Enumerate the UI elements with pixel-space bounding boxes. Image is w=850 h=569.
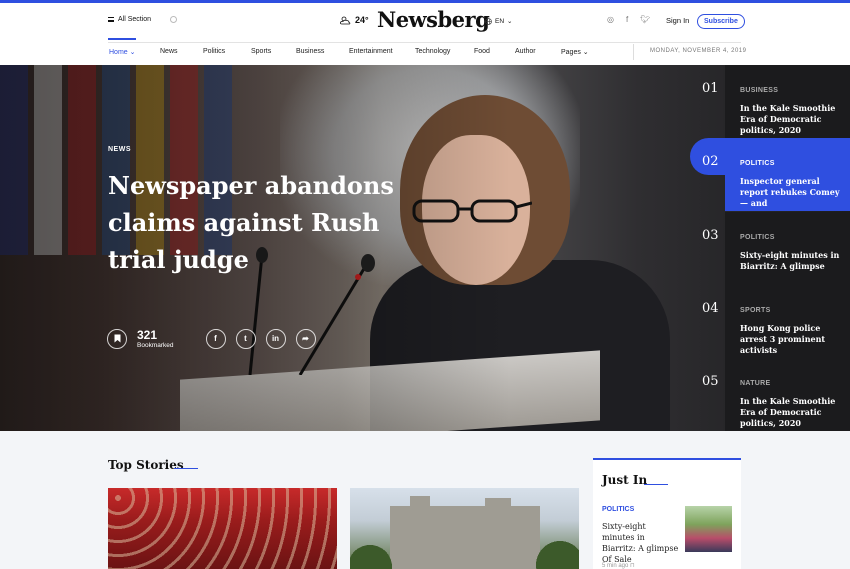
nav-item-author[interactable]: Author [515, 48, 536, 55]
twitter-share-icon[interactable]: t [235, 328, 256, 349]
nav-item-politics[interactable]: Politics [203, 48, 225, 55]
featured-item[interactable]: 03 POLITICS Sixty-eight minutes in Biarr… [690, 212, 850, 285]
featured-title: Hong Kong police arrest 3 prominent acti… [740, 323, 826, 355]
main-nav: Home ⌄ News Politics Sports Business Ent… [0, 38, 850, 65]
nav-item-food[interactable]: Food [474, 48, 490, 55]
nav-item-business[interactable]: Business [296, 48, 324, 55]
hero-section: NEWS Newspaper abandons claims against R… [0, 65, 850, 431]
just-in-heading: Just In [602, 473, 648, 487]
bookmark-icon [114, 334, 120, 343]
nav-item-sports[interactable]: Sports [251, 48, 271, 55]
heading-underline [644, 484, 668, 485]
story-image-theater[interactable] [108, 488, 337, 569]
nav-separator [633, 44, 634, 60]
cloud-sun-icon [340, 16, 351, 24]
weather-widget: 24° [340, 15, 369, 25]
nav-item-news[interactable]: News [160, 48, 178, 55]
nav-item-home[interactable]: Home ⌄ [109, 48, 136, 56]
globe-icon [485, 17, 492, 25]
featured-item[interactable]: 04 SPORTS Hong Kong police arrest 3 prom… [690, 285, 850, 358]
just-in-thumbnail[interactable] [685, 506, 732, 552]
featured-category: NATURE [740, 380, 771, 387]
temperature: 24° [355, 15, 369, 25]
featured-item[interactable]: 05 NATURE In the Kale Smoothie Era of De… [690, 358, 850, 431]
linkedin-share-icon[interactable]: in [265, 328, 286, 349]
featured-item[interactable]: 01 BUSINESS In the Kale Smoothie Era of … [690, 65, 850, 138]
lower-section: Top Stories Just In POLITICS Sixty-eight… [0, 431, 850, 569]
just-in-title[interactable]: Sixty-eight minutes in Biarritz: A glimp… [602, 521, 680, 565]
language-label: EN [495, 17, 505, 25]
language-selector[interactable]: EN ⌄ [485, 17, 512, 25]
share-buttons: f t in ➦ [205, 328, 316, 349]
featured-list: 01 BUSINESS In the Kale Smoothie Era of … [690, 65, 850, 431]
chevron-down-icon: ⌄ [507, 18, 513, 25]
site-header: All Section 24° Newsberg EN ⌄ ◎ f 🐦︎ Sig… [0, 3, 850, 43]
hamburger-icon [108, 17, 114, 22]
subscribe-button[interactable]: Subscribe [697, 14, 745, 29]
nav-item-technology[interactable]: Technology [415, 48, 450, 55]
story-image-castle[interactable] [350, 488, 579, 569]
bookmark-button[interactable] [107, 328, 127, 349]
featured-number: 04 [702, 301, 719, 316]
social-links: ◎ f 🐦︎ [607, 15, 650, 24]
bookmark-count: 321 Bookmarked [137, 328, 174, 349]
share-icon[interactable]: ➦ [295, 328, 316, 349]
instagram-icon[interactable]: ◎ [607, 15, 614, 24]
featured-item-active[interactable]: 02 POLITICS Inspector general report reb… [690, 138, 850, 211]
nav-item-pages[interactable]: Pages ⌄ [561, 48, 589, 56]
all-section-label: All Section [118, 16, 152, 23]
current-date: MONDAY, NOVEMBER 4, 2019 [650, 48, 747, 54]
featured-number: 03 [702, 228, 719, 243]
featured-title: In the Kale Smoothie Era of Democratic p… [740, 396, 836, 428]
search-icon[interactable] [170, 16, 177, 23]
site-logo[interactable]: Newsberg [377, 7, 490, 32]
bookmark-icon[interactable]: ⊓ [630, 563, 635, 569]
featured-category: BUSINESS [740, 87, 779, 94]
hero-category[interactable]: NEWS [108, 146, 131, 153]
featured-title: Sixty-eight minutes in Biarritz: A glimp… [740, 250, 840, 271]
twitter-icon[interactable]: 🐦︎ [640, 15, 650, 24]
featured-number: 05 [702, 374, 719, 389]
featured-category: SPORTS [740, 307, 771, 314]
nav-active-underline [108, 38, 136, 40]
featured-number: 01 [702, 81, 719, 96]
featured-number: 02 [702, 154, 719, 169]
top-stories-heading: Top Stories [108, 458, 184, 472]
sign-in-link[interactable]: Sign In [666, 16, 689, 25]
nav-item-entertainment[interactable]: Entertainment [349, 48, 393, 55]
hero-headline[interactable]: Newspaper abandons claims against Rush t… [108, 167, 398, 278]
hero-actions: 321 Bookmarked f t in ➦ [107, 328, 316, 349]
featured-category: POLITICS [740, 160, 775, 167]
facebook-icon[interactable]: f [626, 15, 628, 24]
all-section-button[interactable]: All Section [108, 16, 151, 23]
featured-title: In the Kale Smoothie Era of Democratic p… [740, 103, 836, 135]
just-in-widget: Just In POLITICS Sixty-eight minutes in … [593, 458, 741, 569]
featured-category: POLITICS [740, 234, 775, 241]
heading-underline [174, 468, 198, 469]
featured-title: Inspector general report rebukes Comey —… [740, 176, 840, 208]
just-in-category[interactable]: POLITICS [602, 506, 634, 513]
facebook-share-icon[interactable]: f [205, 328, 226, 349]
just-in-time: 5 min ago ⊓ [602, 563, 635, 569]
